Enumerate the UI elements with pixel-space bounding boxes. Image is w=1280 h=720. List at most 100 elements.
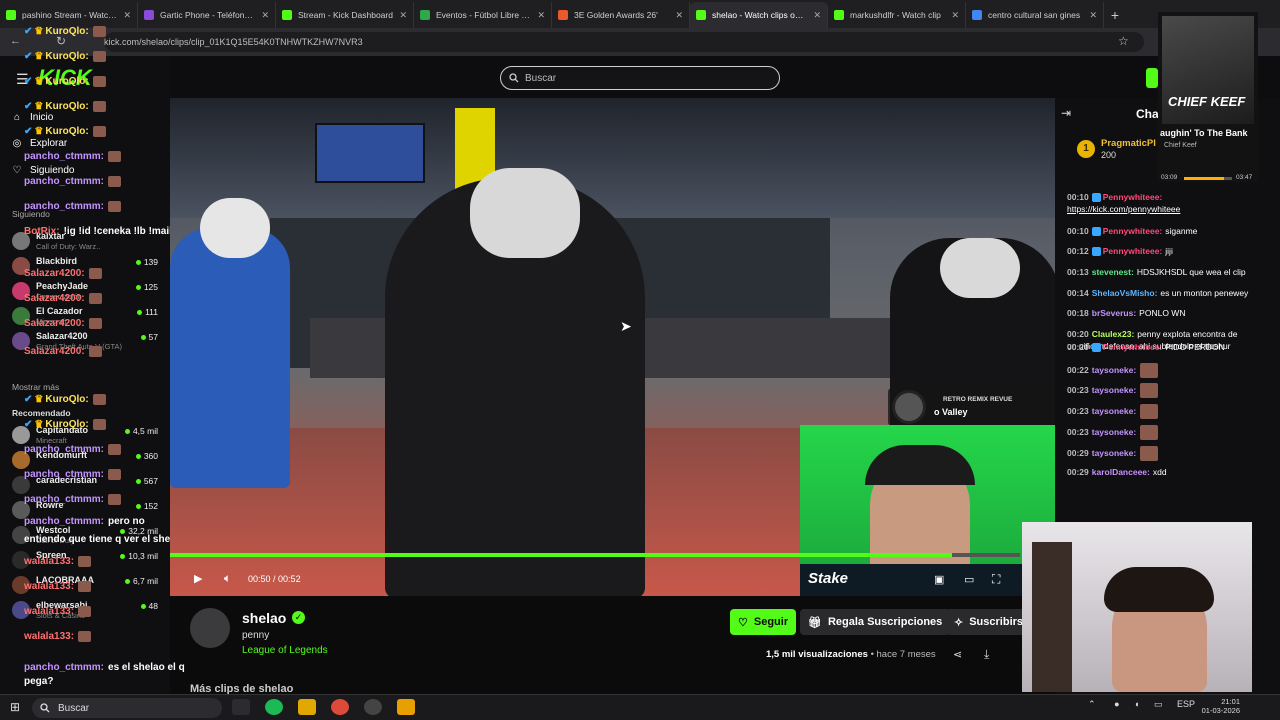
chat-username[interactable]: Pennywhiteee: — [1103, 192, 1163, 202]
download-icon[interactable]: ⤓ — [984, 647, 989, 662]
video-scene-vr-headset — [200, 198, 270, 258]
close-tab-icon[interactable]: ✕ — [537, 10, 545, 21]
album-art: CHIEF KEEF — [1162, 16, 1254, 124]
channel-name[interactable]: shelao — [242, 610, 286, 626]
play-icon[interactable]: ▶ — [194, 572, 202, 585]
chat-username[interactable]: Pennywhiteee: — [1103, 226, 1163, 236]
chat-username[interactable]: brSeverus: — [1092, 308, 1136, 318]
chat-username[interactable]: taysoneke: — [1092, 406, 1136, 416]
collapse-chat-icon[interactable]: ⇥ — [1061, 106, 1071, 120]
bookmark-star-icon[interactable]: ☆ — [1118, 34, 1129, 48]
chat-text: siganme — [1165, 226, 1198, 236]
clip-icon[interactable]: ▣ — [934, 573, 944, 586]
heart-icon: ♡ — [738, 616, 748, 629]
chat-timestamp: 00:13 — [1067, 267, 1089, 277]
chat-username[interactable]: Pennywhiteee: — [1103, 246, 1163, 256]
video-progress-bar[interactable] — [170, 553, 1020, 557]
emote-icon — [88, 318, 102, 329]
close-tab-icon[interactable]: ✕ — [399, 10, 407, 21]
facecam-hair — [1104, 567, 1214, 612]
network-icon[interactable]: ▭ — [1154, 699, 1163, 709]
new-tab-icon[interactable]: + — [1104, 2, 1126, 28]
browser-tab[interactable]: Gartic Phone - Teléfono D ✕ — [138, 2, 276, 28]
leader-count: 200 — [1101, 150, 1117, 160]
overlay-chat-user: walala133: — [24, 556, 75, 568]
chat-username[interactable]: taysoneke: — [1092, 448, 1136, 458]
overlay-chat-message: Salazar4200: — [24, 268, 102, 279]
search-input[interactable]: Buscar — [500, 66, 780, 90]
login-button[interactable] — [1146, 68, 1158, 88]
chat-username[interactable]: Pennywhiteee: — [1103, 342, 1163, 352]
clock-time: 21:01 — [1221, 697, 1240, 706]
chat-message: 00:29 taysoneke: — [1067, 446, 1277, 461]
obs-icon[interactable] — [364, 699, 382, 715]
close-tab-icon[interactable]: ✕ — [261, 10, 269, 21]
chat-username[interactable]: Claulex23: — [1092, 329, 1135, 339]
file-explorer-icon[interactable] — [298, 699, 316, 715]
emote-icon — [1140, 425, 1159, 440]
volume-icon[interactable]: 🔈︎ — [224, 571, 231, 586]
chat-username[interactable]: taysoneke: — [1092, 427, 1136, 437]
emote-icon — [92, 51, 106, 62]
share-icon[interactable]: ⋖ — [953, 648, 962, 661]
close-tab-icon[interactable]: ✕ — [123, 10, 131, 21]
chat-text: penny explota encontra de — [1137, 329, 1238, 339]
subscribe-button[interactable]: ✧ Suscribirs — [946, 609, 1032, 635]
emote-icon — [108, 469, 122, 480]
chat-username[interactable]: karolDanceee: — [1092, 467, 1150, 477]
overlay-chat-user: Salazar4200: — [24, 268, 85, 280]
overlay-chat-text: pega? — [24, 676, 54, 687]
channel-avatar[interactable] — [190, 608, 230, 648]
browser-tab[interactable]: markushdlfr - Watch clip ✕ — [828, 2, 966, 28]
chat-message: 00:18 brSeverus: PONLO WN — [1067, 308, 1277, 319]
close-tab-icon[interactable]: ✕ — [951, 10, 959, 21]
tray-chevron-icon[interactable]: ⌃ — [1088, 699, 1096, 709]
app-icon[interactable] — [397, 699, 415, 715]
chat-username[interactable]: taysoneke: — [1092, 365, 1136, 375]
browser-tab[interactable]: 3E Golden Awards 26' ✕ — [552, 2, 690, 28]
overlay-chat-text: !ig !id !ceneka !lb !mail — [63, 226, 172, 237]
browser-tab[interactable]: Eventos - Fútbol Libre TV ✕ — [414, 2, 552, 28]
browser-tab[interactable]: pashino Stream - Watch L ✕ — [0, 2, 138, 28]
overlay-chat-message: entiendo que tiene q ver el shelao — [24, 534, 185, 545]
microphone-icon[interactable]: ● — [1114, 699, 1119, 709]
overlay-chat-user: KuroQlo: — [45, 419, 89, 431]
taskbar-search[interactable]: Buscar — [32, 698, 222, 718]
chat-message: 00:13 stevenest: HDSJKHSDL que wea el clip — [1067, 267, 1277, 278]
verified-badge-icon: ✔ — [24, 394, 33, 406]
windows-start-icon[interactable]: ⊞ — [10, 700, 20, 714]
gift-subs-button[interactable]: 🎁︎ Regala Suscripciones — [800, 609, 951, 635]
follow-button[interactable]: ♡ Seguir — [730, 609, 797, 635]
overlay-chat-user: pancho_ctmmm: — [24, 151, 105, 163]
category-link[interactable]: League of Legends — [242, 645, 328, 656]
address-bar[interactable]: kick.com/shelao/clips/clip_01K1Q15E54K0T… — [104, 32, 1144, 52]
chat-timestamp: 00:23 — [1067, 426, 1089, 437]
now-playing-widget: CHIEF KEEF aughin' To The Bank Chief Kee… — [1158, 12, 1258, 182]
chat-timestamp: 00:18 — [1067, 308, 1089, 318]
volume-icon[interactable]: ◖ — [1134, 699, 1139, 709]
task-view-icon[interactable] — [232, 699, 250, 715]
fullscreen-icon[interactable]: ⛶ — [992, 572, 1000, 587]
spotify-icon[interactable] — [265, 699, 283, 715]
close-tab-icon[interactable]: ✕ — [1089, 10, 1097, 21]
verified-badge-icon: ✔ — [24, 26, 33, 38]
chat-username[interactable]: ShelaoVsMisho: — [1092, 288, 1158, 298]
chat-timestamp: 00:10 — [1067, 226, 1089, 236]
close-tab-icon[interactable]: ✕ — [675, 10, 683, 21]
close-tab-icon[interactable]: ✕ — [813, 10, 821, 21]
chrome-icon[interactable] — [331, 699, 349, 715]
chat-username[interactable]: stevenest: — [1092, 267, 1134, 277]
browser-tab[interactable]: shelao - Watch clips on K ✕ — [690, 2, 828, 28]
browser-tab[interactable]: centro cultural san gines ✕ — [966, 2, 1104, 28]
music-disc-icon — [892, 390, 926, 424]
theater-mode-icon[interactable]: ▭ — [964, 573, 974, 586]
taskbar-clock[interactable]: 21:01 01-03-2026 — [1200, 697, 1240, 715]
chat-username[interactable]: taysoneke: — [1092, 385, 1136, 395]
language-indicator[interactable]: ESP — [1177, 699, 1195, 709]
chat-link[interactable]: https://kick.com/pennywhiteee — [1067, 204, 1180, 214]
emote-icon — [92, 76, 106, 87]
chat-message: 00:23 taysoneke: — [1067, 404, 1277, 419]
browser-tab[interactable]: Stream - Kick Dashboard ✕ — [276, 2, 414, 28]
overlay-chat-user: BotRix: — [24, 226, 60, 237]
chat-leaderboard[interactable]: 1 PragmaticPl 200 — [1073, 134, 1165, 164]
